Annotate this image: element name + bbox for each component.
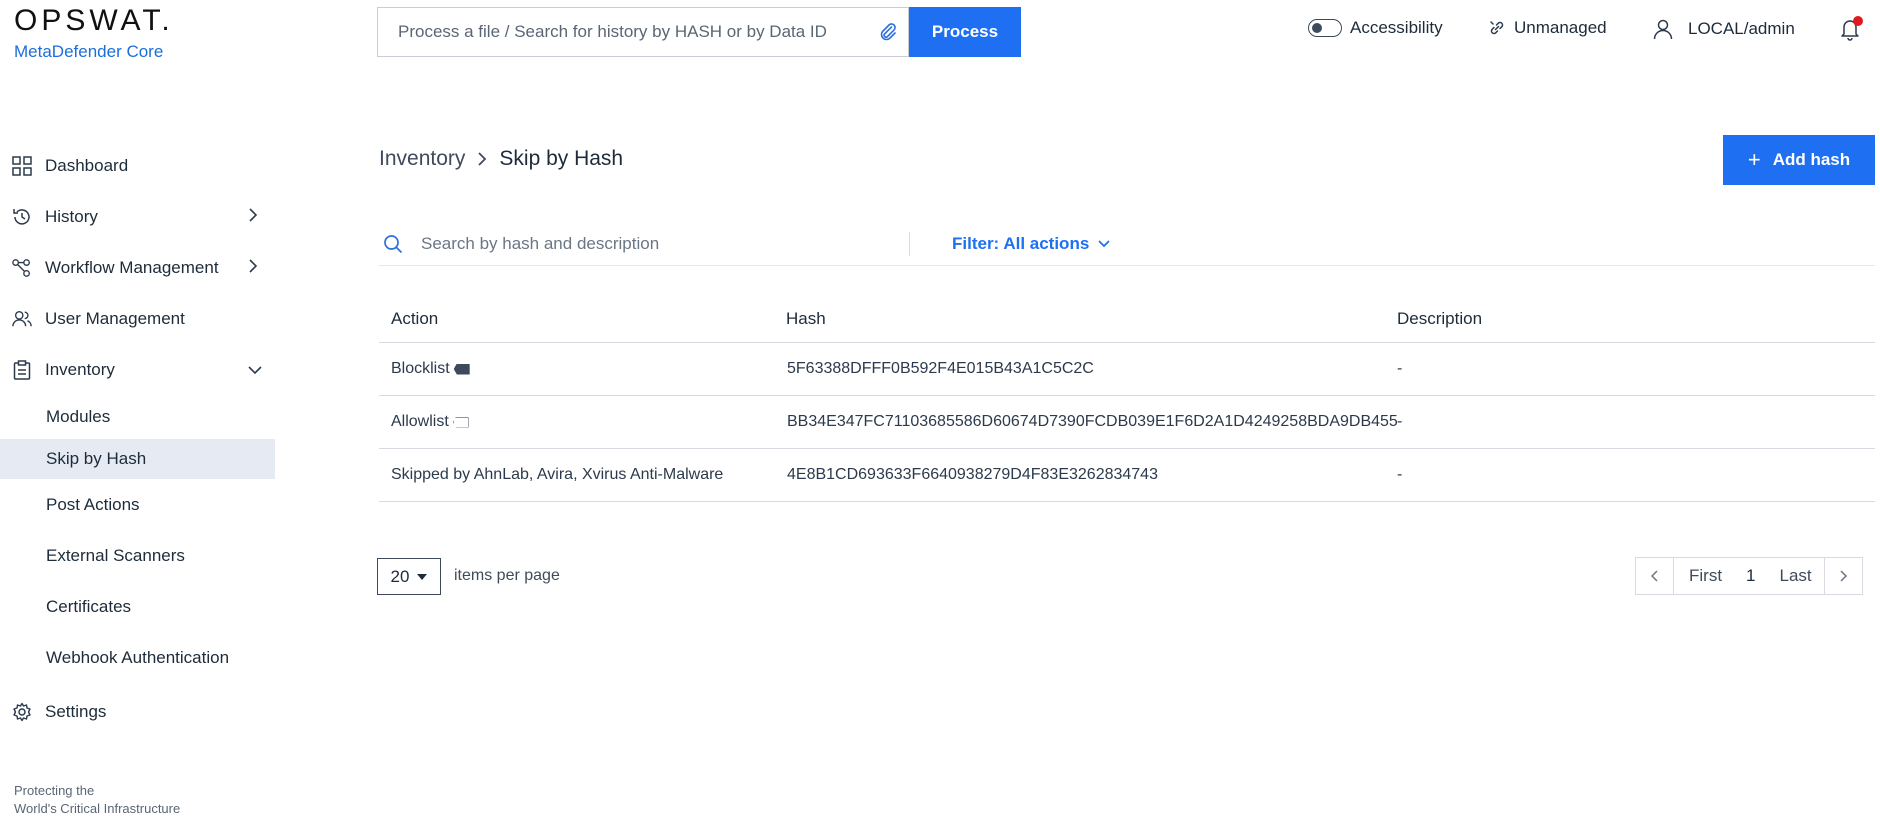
global-search-placeholder: Process a file / Search for history by H… [398, 22, 827, 41]
unmanaged-label: Unmanaged [1514, 18, 1607, 37]
cell-action: Blocklist [379, 360, 772, 378]
allowlist-tag-icon [452, 416, 469, 428]
brand[interactable]: OPSWAT. MetaDefender Core [14, 4, 174, 62]
sidebar-item-label: Workflow Management [45, 257, 219, 277]
accessibility-toggle[interactable]: Accessibility [1308, 18, 1443, 38]
notifications-button[interactable] [1838, 16, 1872, 42]
page-size-value: 20 [390, 566, 410, 586]
column-header-action[interactable]: Action [379, 309, 772, 329]
plus-icon: + [1747, 147, 1761, 172]
page-size-select[interactable]: 20 [377, 558, 441, 595]
pagination: First 1 Last [1635, 557, 1863, 595]
divider [909, 231, 910, 256]
sidebar-item-label: Settings [45, 701, 107, 721]
sidebar-item-dashboard[interactable]: Dashboard [0, 140, 275, 191]
chevron-right-icon [248, 207, 258, 227]
table-header: Action Hash Description [379, 295, 1875, 343]
user-label: LOCAL/admin [1688, 19, 1795, 38]
action-text: Blocklist [391, 360, 450, 377]
breadcrumb-parent[interactable]: Inventory [379, 147, 465, 171]
caret-down-icon [417, 573, 428, 580]
sidebar-item-label: User Management [45, 308, 185, 328]
cell-hash: 4E8B1CD693633F6640938279D4F83E3262834743 [787, 466, 1158, 483]
page-number-button[interactable]: 1 [1734, 558, 1767, 594]
link-icon [1488, 19, 1506, 37]
sidebar: Dashboard History Workflow Management Us… [0, 140, 275, 737]
search-icon [383, 234, 409, 254]
product-name: MetaDefender Core [14, 42, 164, 61]
opswat-logo: OPSWAT. [14, 4, 174, 37]
cell-description: - [1397, 466, 1403, 483]
chevron-right-icon [477, 152, 487, 166]
hash-table: Action Hash Description Blocklist 5F6338… [379, 295, 1875, 502]
footer-line: Protecting the [14, 783, 95, 798]
action-text: Skipped by AhnLab, Avira, Xvirus Anti-Ma… [391, 466, 724, 483]
chevron-right-icon [248, 258, 258, 278]
sidebar-subitem-certificates[interactable]: Certificates [0, 581, 275, 632]
unmanaged-link[interactable]: Unmanaged [1488, 18, 1607, 38]
last-page-button[interactable]: Last [1768, 558, 1824, 594]
sidebar-item-settings[interactable]: Settings [0, 686, 275, 737]
bell-icon [1838, 16, 1864, 42]
column-header-description[interactable]: Description [1381, 309, 1875, 329]
add-hash-button[interactable]: + Add hash [1723, 135, 1875, 185]
sidebar-item-label: History [45, 206, 98, 226]
blocklist-tag-icon [453, 363, 470, 375]
prev-page-button[interactable] [1636, 558, 1674, 594]
sidebar-subitem-external-scanners[interactable]: External Scanners [0, 530, 275, 581]
chevron-right-icon [1840, 570, 1848, 582]
filter-label: Filter: All actions [952, 233, 1090, 253]
history-icon [12, 207, 32, 227]
page-title: Skip by Hash [499, 147, 624, 170]
action-filter-dropdown[interactable]: Filter: All actions [952, 234, 1111, 254]
column-header-hash[interactable]: Hash [772, 309, 1381, 329]
sidebar-item-label: Inventory [45, 359, 115, 379]
next-page-button[interactable] [1823, 558, 1862, 594]
table-row[interactable]: Allowlist BB34E347FC71103685586D60674D73… [379, 396, 1875, 449]
sidebar-subitem-webhook-authentication[interactable]: Webhook Authentication [0, 632, 275, 683]
chevron-left-icon [1650, 570, 1658, 582]
cell-description: - [1397, 360, 1403, 377]
cell-description: - [1397, 413, 1403, 430]
cell-action: Allowlist [379, 413, 772, 431]
chevron-down-icon [248, 360, 262, 380]
notification-dot [1853, 16, 1863, 26]
accessibility-label: Accessibility [1350, 18, 1443, 37]
cell-action: Skipped by AhnLab, Avira, Xvirus Anti-Ma… [379, 466, 772, 484]
user-icon [1652, 18, 1674, 40]
items-per-page-label: items per page [454, 567, 560, 584]
toggle-switch[interactable] [1308, 19, 1342, 37]
clipboard-icon [12, 359, 32, 380]
sidebar-subitem-skip-by-hash[interactable]: Skip by Hash [0, 439, 275, 479]
gear-icon [12, 702, 32, 722]
first-page-button[interactable]: First [1674, 558, 1734, 594]
sidebar-subitem-modules[interactable]: Modules [0, 395, 275, 439]
add-hash-label: Add hash [1772, 150, 1851, 169]
process-button[interactable]: Process [909, 7, 1021, 57]
workflow-icon [12, 258, 32, 278]
cell-hash: 5F63388DFFF0B592F4E015B43A1C5C2C [787, 360, 1094, 377]
action-text: Allowlist [391, 413, 449, 430]
sidebar-subitem-post-actions[interactable]: Post Actions [0, 479, 275, 530]
user-menu[interactable]: LOCAL/admin [1652, 18, 1795, 40]
grid-icon [12, 155, 32, 176]
chevron-down-icon [1097, 239, 1111, 249]
footer-tagline: Protecting the World's Critical Infrastr… [14, 782, 180, 818]
footer-line: World's Critical Infrastructure [14, 801, 181, 816]
table-row[interactable]: Skipped by AhnLab, Avira, Xvirus Anti-Ma… [379, 449, 1875, 502]
hash-search-input[interactable]: Search by hash and description [421, 234, 891, 254]
sidebar-item-history[interactable]: History [0, 191, 275, 242]
cell-hash: BB34E347FC71103685586D60674D7390FCDB039E… [787, 413, 1398, 430]
sidebar-item-workflow-management[interactable]: Workflow Management [0, 242, 275, 293]
table-row[interactable]: Blocklist 5F63388DFFF0B592F4E015B43A1C5C… [379, 343, 1875, 396]
users-icon [12, 309, 32, 329]
sidebar-item-inventory[interactable]: Inventory [0, 344, 275, 395]
global-search-input[interactable]: Process a file / Search for history by H… [377, 7, 909, 57]
breadcrumb: Inventory Skip by Hash [379, 147, 623, 171]
paperclip-icon[interactable] [868, 8, 908, 56]
filter-bar: Search by hash and description Filter: A… [379, 222, 1875, 266]
sidebar-item-user-management[interactable]: User Management [0, 293, 275, 344]
sidebar-item-label: Dashboard [45, 155, 129, 175]
